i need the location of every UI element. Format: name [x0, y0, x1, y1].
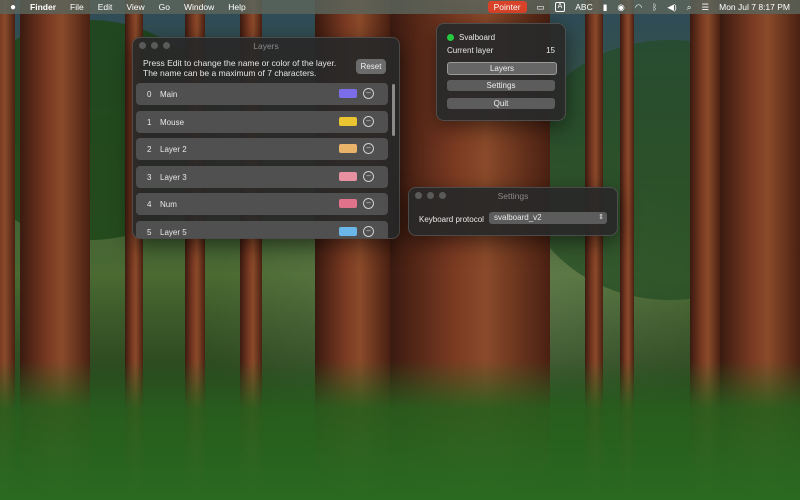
layers-titlebar[interactable]: Layers — [133, 38, 399, 54]
layer-color-swatch[interactable] — [339, 116, 357, 126]
wifi-icon[interactable]: ◠ — [635, 2, 642, 13]
settings-window: Settings Keyboard protocol svalboard_v2 … — [408, 187, 618, 236]
input-source[interactable]: ABC — [575, 2, 592, 12]
battery-icon[interactable]: ▮ — [603, 2, 608, 13]
pointer-status-item[interactable]: Pointer — [487, 1, 527, 13]
input-menu-icon[interactable]: A — [554, 2, 566, 12]
layer-name: Main — [160, 90, 178, 99]
device-name: Svalboard — [459, 33, 496, 42]
close-button[interactable] — [415, 192, 422, 199]
layer-name: Layer 3 — [160, 172, 187, 182]
zoom-button[interactable] — [439, 192, 446, 199]
layer-row[interactable]: 5 Layer 5 – — [136, 220, 388, 238]
remove-layer-icon[interactable]: – — [363, 198, 374, 209]
layer-row[interactable]: 4 Num – — [136, 193, 388, 215]
zoom-button[interactable] — [163, 42, 170, 49]
keyboard-protocol-select[interactable]: svalboard_v2 ⇕ — [489, 212, 607, 224]
layer-row[interactable]: 2 Layer 2 – — [136, 138, 388, 160]
quit-button[interactable]: Quit — [447, 98, 555, 109]
menu-bar: ● Finder File Edit View Go Window Help P… — [0, 0, 800, 14]
user-icon[interactable]: ◉ — [617, 2, 624, 13]
layer-color-swatch[interactable] — [339, 144, 357, 153]
menu-view[interactable]: View — [126, 2, 144, 12]
remove-layer-icon[interactable]: – — [363, 225, 374, 237]
reset-button[interactable]: Reset — [356, 59, 386, 74]
settings-button[interactable]: Settings — [447, 80, 555, 91]
remove-layer-icon[interactable]: – — [363, 115, 374, 127]
bluetooth-icon[interactable]: ᛒ — [652, 2, 657, 12]
layer-color-swatch[interactable] — [339, 171, 357, 181]
layer-row[interactable]: 0 Main – — [136, 83, 388, 105]
layer-row[interactable]: 3 Layer 3 – — [136, 165, 388, 188]
keyboard-protocol-value: svalboard_v2 — [494, 213, 542, 222]
connection-status-icon — [447, 34, 454, 41]
layer-name: Mouse — [160, 117, 185, 127]
menu-edit[interactable]: Edit — [98, 2, 113, 12]
layers-window: Layers Press Edit to change the name or … — [132, 37, 400, 239]
menu-help[interactable]: Help — [228, 2, 245, 12]
layer-row[interactable]: 1 Mouse – — [136, 110, 388, 133]
layer-name: Layer 2 — [160, 145, 187, 154]
layer-color-swatch[interactable] — [339, 226, 357, 236]
current-layer-label: Current layer — [447, 46, 494, 55]
remove-layer-icon[interactable]: – — [363, 143, 374, 154]
svalboard-popover: Svalboard Current layer 15 Layers Settin… — [436, 23, 566, 121]
control-center-icon[interactable]: ☰ — [702, 2, 710, 13]
close-button[interactable] — [139, 42, 146, 49]
layer-name: Num — [160, 200, 177, 209]
menu-window[interactable]: Window — [184, 2, 214, 12]
layers-button[interactable]: Layers — [447, 62, 557, 75]
menu-app-name[interactable]: Finder — [30, 2, 56, 12]
remove-layer-icon[interactable]: – — [363, 170, 374, 182]
keyboard-protocol-label: Keyboard protocol — [419, 215, 484, 224]
screen-icon[interactable]: ▭ — [537, 2, 545, 13]
layer-name: Layer 5 — [160, 227, 187, 237]
remove-layer-icon[interactable]: – — [363, 88, 374, 99]
layer-color-swatch[interactable] — [339, 89, 357, 98]
volume-icon[interactable]: ◀) — [667, 2, 676, 13]
layers-instructions: Press Edit to change the name or color o… — [143, 58, 337, 78]
layer-color-swatch[interactable] — [339, 199, 357, 208]
window-title: Layers — [253, 41, 279, 51]
minimize-button[interactable] — [151, 42, 158, 49]
layer-list: 0 Main – 1 Mouse – 2 Layer 2 – 3 Layer 3… — [136, 83, 388, 238]
minimize-button[interactable] — [427, 192, 434, 199]
search-icon[interactable]: ⌕ — [687, 2, 692, 13]
menu-file[interactable]: File — [70, 2, 84, 12]
apple-icon[interactable]: ● — [10, 2, 16, 13]
layers-scrollbar[interactable] — [392, 84, 395, 136]
menu-go[interactable]: Go — [159, 2, 170, 12]
menu-clock[interactable]: Mon Jul 7 8:17 PM — [719, 2, 790, 12]
current-layer-value: 15 — [546, 46, 555, 55]
chevron-updown-icon: ⇕ — [598, 214, 604, 221]
settings-titlebar[interactable]: Settings — [409, 188, 617, 204]
